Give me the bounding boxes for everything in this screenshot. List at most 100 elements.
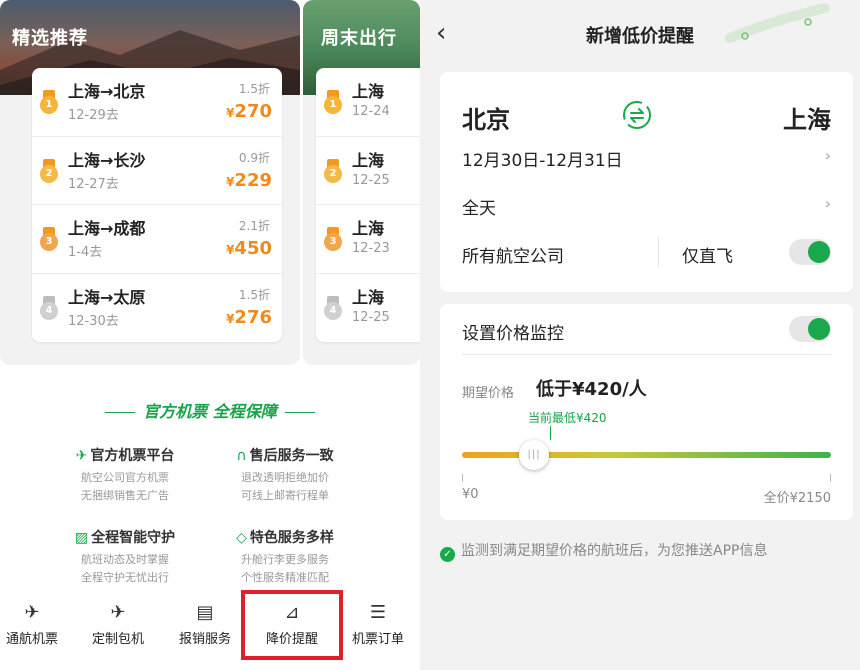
to-city[interactable]: 上海 [783, 100, 831, 135]
bottom-tab-bar: ✈ 通航机票 ✈ 定制包机 ▤ 报销服务 ⊿ 降价提醒 ☰ 机票订单 [0, 590, 420, 670]
price-slider-track[interactable] [462, 452, 831, 458]
left-panel: 精选推荐 1 上海→北京 12-29去 1.5折 ¥270 2 上海→长沙 12… [0, 0, 420, 670]
tab-label: 定制包机 [91, 632, 144, 647]
route-item[interactable]: 1 上海 12-24 [316, 68, 420, 137]
slider-max-tick [830, 474, 831, 482]
current-lowest-price: 当前最低¥420 [528, 411, 607, 425]
nav-bar: ‹ 新增低价提醒 [420, 0, 860, 70]
route-date: 12-27去 [68, 176, 119, 192]
feature-title: 全程智能守护 [91, 530, 176, 546]
route-item[interactable]: 3 上海→成都 1-4去 2.1折 ¥450 [32, 205, 282, 274]
slider-min-label: ¥0 [462, 487, 479, 502]
feature-title: 特色服务多样 [249, 530, 334, 546]
route-card: 北京 上海 12月30日-12月31日 › 全天 › 所有航空公司 仅直飞 [440, 72, 853, 292]
route-discount: 2.1折 [238, 219, 270, 233]
price-monitor-card: 设置价格监控 期望价格 低于¥420/人 当前最低¥420 ||| ¥0 全价¥… [440, 304, 853, 520]
divider [462, 354, 831, 355]
rank-medal-icon: 3 [40, 227, 58, 251]
airplane-decoration-icon [725, 3, 830, 43]
monitor-toggle[interactable] [789, 316, 831, 342]
route-name: 上海 [352, 287, 385, 307]
check-circle-icon: ✓ [440, 547, 455, 562]
expected-price-value: 低于¥420/人 [536, 379, 647, 400]
time-range: 全天 [462, 199, 496, 219]
route-discount: 1.5折 [238, 287, 270, 302]
route-name: 上海 [352, 82, 385, 101]
route-date: 12-25 [352, 309, 390, 325]
route-date: 12-30去 [68, 313, 119, 329]
route-date: 12-24 [352, 104, 390, 119]
route-discount: 0.9折 [238, 150, 270, 165]
feature-desc: 无捆绑销售无广告 [81, 489, 169, 502]
tab-label: 报销服务 [178, 632, 231, 647]
route-item[interactable]: 1 上海→北京 12-29去 1.5折 ¥270 [32, 68, 282, 137]
direct-only-label: 仅直飞 [682, 247, 733, 267]
recommend-card: 精选推荐 1 上海→北京 12-29去 1.5折 ¥270 2 上海→长沙 12… [0, 0, 300, 365]
direct-only-toggle[interactable] [789, 239, 831, 265]
banner-title: 周末出行 [321, 28, 397, 49]
push-notice: ✓ 监测到满足期望价格的航班后，为您推送APP信息 [440, 540, 767, 562]
feature-desc: 航空公司官方机票 [81, 471, 169, 484]
rank-medal-icon: 1 [40, 90, 58, 114]
banner-title: 精选推荐 [12, 28, 88, 49]
route-price: ¥450 [226, 238, 272, 259]
route-item[interactable]: 4 上海 12-25 [316, 274, 420, 343]
feature-desc: 航班动态及时掌握 [81, 553, 169, 566]
feature-desc: 升舱行李更多服务 [241, 553, 329, 566]
route-name: 上海→北京 [68, 82, 146, 101]
route-name: 上海 [352, 150, 385, 170]
route-date: 12-29去 [68, 108, 119, 123]
feature-desc: 可线上邮寄行程单 [241, 489, 329, 502]
feature-desc: 退改透明拒绝加价 [241, 471, 329, 484]
highlight-box [241, 590, 343, 660]
rank-medal-icon: 3 [324, 227, 342, 251]
rank-medal-icon: 2 [40, 158, 58, 183]
feature-service: ∩ 售后服务一致 退改透明拒绝加价 可线上邮寄行程单 [205, 445, 365, 505]
swap-icon[interactable] [620, 98, 654, 132]
rank-medal-icon: 1 [324, 90, 342, 114]
route-price: ¥270 [226, 101, 272, 122]
charter-plane-icon: ✈ [110, 602, 126, 623]
tab-charter[interactable]: ✈ 定制包机 [76, 590, 160, 660]
feature-guard: ▨ 全程智能守护 航班动态及时掌握 全程守护无忧出行 [45, 527, 205, 587]
plane-icon: ✈ [75, 448, 88, 464]
right-panel: ‹ 新增低价提醒 北京 上海 12月30日-12月31日 › 全天 › 所有航空… [420, 0, 860, 670]
route-list: 1 上海→北京 12-29去 1.5折 ¥270 2 上海→长沙 12-27去 … [32, 68, 282, 342]
rank-medal-icon: 2 [324, 158, 342, 183]
date-range: 12月30日-12月31日 [462, 151, 623, 171]
route-list: 1 上海 12-24 2 上海 12-25 3 上海 12-23 4 上海 12… [316, 68, 420, 342]
route-name: 上海 [352, 219, 385, 238]
price-slider-handle[interactable]: ||| [519, 440, 550, 470]
divider [658, 237, 659, 267]
slider-max-label: 全价¥2150 [763, 491, 831, 506]
route-date: 12-23 [352, 241, 390, 256]
feature-official: ✈ 官方机票平台 航空公司官方机票 无捆绑销售无广告 [45, 445, 205, 505]
feature-desc: 全程守护无忧出行 [81, 571, 169, 584]
tab-reimbursement[interactable]: ▤ 报销服务 [163, 590, 247, 660]
tab-label: 机票订单 [351, 632, 404, 647]
airline-select[interactable]: 所有航空公司 [462, 242, 564, 267]
route-item[interactable]: 2 上海 12-25 [316, 137, 420, 205]
route-price: ¥276 [226, 306, 272, 328]
weekend-card: 周末出行 1 上海 12-24 2 上海 12-25 3 上海 12-23 4 … [303, 0, 420, 365]
route-item[interactable]: 2 上海→长沙 12-27去 0.9折 ¥229 [32, 137, 282, 205]
tab-general-aviation[interactable]: ✈ 通航机票 [0, 590, 74, 660]
from-city[interactable]: 北京 [462, 100, 510, 135]
guarantee-title: 官方机票 全程保障 [0, 398, 420, 422]
feature-title: 官方机票平台 [90, 448, 175, 464]
chevron-right-icon: › [824, 146, 831, 165]
slider-min-tick [462, 474, 463, 482]
route-name: 上海→成都 [68, 219, 146, 238]
route-name: 上海→长沙 [68, 150, 146, 170]
rank-medal-icon: 4 [324, 295, 342, 320]
route-item[interactable]: 3 上海 12-23 [316, 205, 420, 274]
current-lowest-marker [550, 426, 551, 440]
chevron-right-icon: › [824, 194, 831, 213]
tab-orders[interactable]: ☰ 机票订单 [336, 590, 420, 660]
expected-price-label: 期望价格 [462, 386, 515, 401]
route-item[interactable]: 4 上海→太原 12-30去 1.5折 ¥276 [32, 274, 282, 343]
headset-icon: ∩ [236, 448, 247, 464]
tab-label: 通航机票 [5, 632, 58, 647]
feature-special: ◇ 特色服务多样 升舱行李更多服务 个性服务精准匹配 [205, 527, 365, 587]
chart-icon: ▨ [74, 530, 89, 546]
